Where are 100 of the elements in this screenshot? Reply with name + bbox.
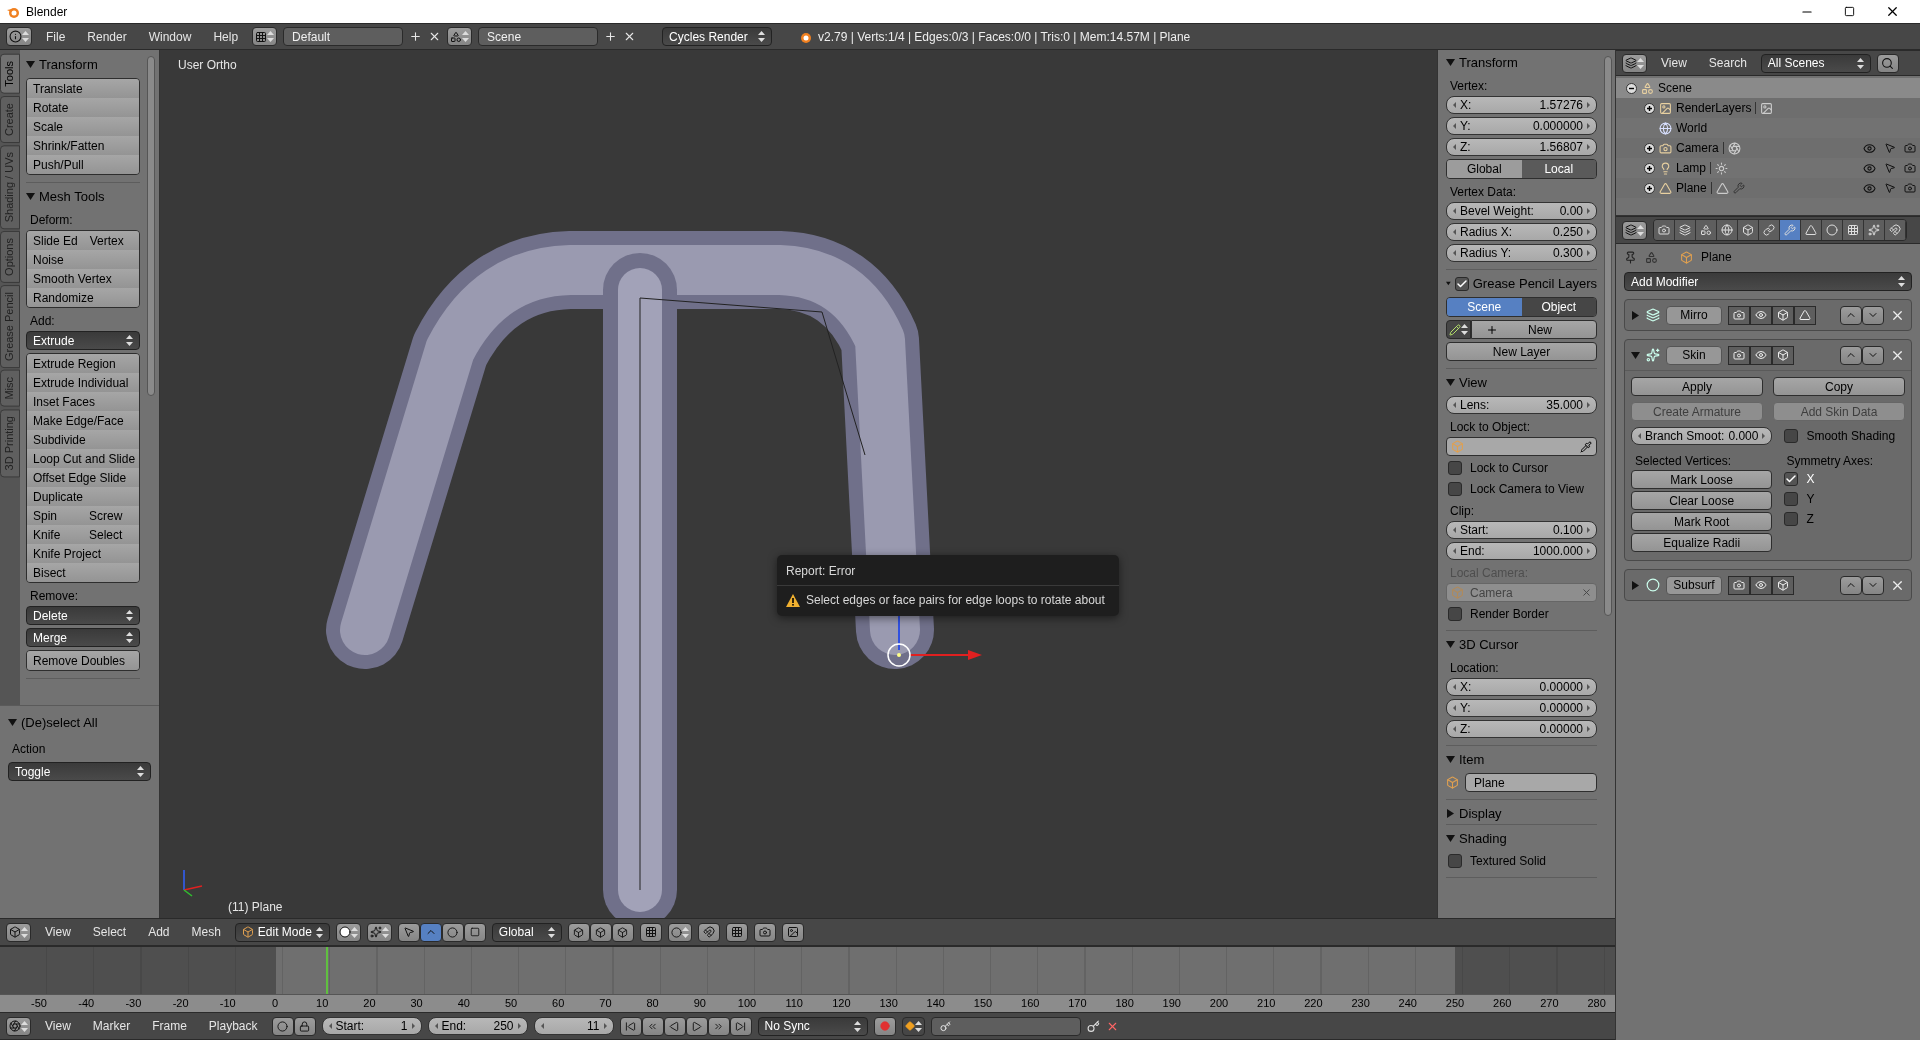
- collapse-triangle-icon[interactable]: [1446, 378, 1455, 387]
- editor-type-button[interactable]: [6, 922, 31, 942]
- render-animation-button[interactable]: [781, 922, 804, 942]
- tool-button[interactable]: Select: [83, 525, 139, 545]
- checkbox[interactable]: [1448, 607, 1462, 621]
- render-engine-dropdown[interactable]: Cycles Render: [662, 27, 773, 46]
- eye-icon[interactable]: [1863, 141, 1876, 155]
- collapse-triangle-icon[interactable]: [1446, 279, 1451, 288]
- collapse-triangle-icon[interactable]: [8, 718, 17, 727]
- jump-start-button[interactable]: [619, 1016, 642, 1036]
- pencil-dropdown[interactable]: [1446, 320, 1471, 339]
- pointer-icon[interactable]: [1884, 182, 1896, 194]
- expand-triangle-icon[interactable]: [1631, 580, 1640, 590]
- properties-tab[interactable]: [1780, 220, 1801, 240]
- display-mode-dropdown[interactable]: All Scenes: [1760, 53, 1871, 73]
- menu-item[interactable]: Add: [140, 925, 178, 939]
- add-icon[interactable]: [604, 30, 618, 43]
- tool-button[interactable]: Extrude Individual: [27, 373, 139, 393]
- move-down-button[interactable]: [1862, 575, 1884, 595]
- number-field[interactable]: Bevel Weight: 0.00: [1446, 202, 1597, 220]
- tool-button[interactable]: Vertex: [83, 231, 139, 251]
- camera-toggle[interactable]: [1728, 305, 1750, 325]
- menu-item[interactable]: File: [38, 29, 74, 44]
- scrollbar[interactable]: [147, 56, 155, 396]
- pin-icon[interactable]: [1624, 250, 1637, 264]
- rotate-button[interactable]: [441, 922, 464, 942]
- tool-button[interactable]: Push/Pull: [27, 155, 139, 174]
- properties-tab[interactable]: [1822, 220, 1843, 240]
- collapse-triangle-icon[interactable]: [26, 60, 35, 69]
- pointer-icon[interactable]: [1884, 162, 1896, 174]
- jump-end-button[interactable]: [729, 1016, 752, 1036]
- new-button[interactable]: New: [1471, 320, 1597, 339]
- pointer-icon[interactable]: [1884, 142, 1896, 154]
- outliner-row[interactable]: RenderLayers: [1616, 98, 1920, 118]
- number-field[interactable]: Y: 0.000000: [1446, 117, 1597, 135]
- tool-button[interactable]: Translate: [27, 79, 139, 99]
- collapse-triangle-icon[interactable]: [1446, 755, 1455, 764]
- eye-toggle[interactable]: [1750, 345, 1772, 365]
- number-field[interactable]: Start: 0.100: [1446, 521, 1597, 539]
- checkbox[interactable]: [1784, 492, 1799, 506]
- menu-item[interactable]: Frame: [144, 1019, 195, 1033]
- menu-item[interactable]: Playback: [200, 1019, 266, 1033]
- checkbox[interactable]: [1448, 461, 1462, 475]
- object-field[interactable]: [1446, 437, 1597, 456]
- menu-item[interactable]: View: [1653, 56, 1695, 70]
- equalize-radii-button[interactable]: Equalize Radii: [1631, 533, 1773, 552]
- expand-icon[interactable]: [1644, 102, 1655, 114]
- menu-item[interactable]: Select: [84, 925, 135, 939]
- name-field[interactable]: Plane: [1465, 773, 1597, 792]
- maximize-icon[interactable]: [1844, 6, 1855, 17]
- manipulator-button[interactable]: [397, 922, 420, 942]
- menu-item[interactable]: Help: [205, 29, 247, 44]
- action-button[interactable]: Copy: [1773, 377, 1905, 396]
- editor-type-button[interactable]: [6, 1016, 31, 1036]
- checkbox[interactable]: [1784, 512, 1799, 526]
- move-down-button[interactable]: [1862, 345, 1884, 365]
- snap-target-button[interactable]: [725, 922, 748, 942]
- tool-button[interactable]: Randomize: [27, 288, 139, 307]
- collapse-triangle-icon[interactable]: [1446, 58, 1455, 67]
- scene-field[interactable]: Scene: [478, 27, 599, 46]
- eye-toggle[interactable]: [1750, 575, 1772, 595]
- camera-toggle[interactable]: [1728, 345, 1750, 365]
- number-field[interactable]: Z: 0.00000: [1446, 720, 1597, 738]
- tool-button[interactable]: Make Edge/Face: [27, 411, 139, 431]
- properties-tab[interactable]: [1675, 220, 1696, 240]
- pivot-button[interactable]: [366, 922, 392, 942]
- expand-triangle-icon[interactable]: [1631, 310, 1640, 320]
- tool-button[interactable]: Slide Ed: [27, 231, 85, 251]
- toggle-button[interactable]: Local: [1521, 160, 1596, 178]
- tool-button[interactable]: Knife: [27, 525, 84, 545]
- checkbox[interactable]: [1448, 482, 1462, 496]
- shading-button[interactable]: [335, 922, 361, 942]
- outliner-row[interactable]: Scene: [1616, 78, 1920, 98]
- vertex-select-button[interactable]: [567, 922, 590, 942]
- checkbox[interactable]: [1784, 429, 1799, 443]
- properties-tab[interactable]: [1759, 220, 1780, 240]
- menu-item[interactable]: Window: [140, 29, 200, 44]
- tool-button[interactable]: Subdivide: [27, 430, 139, 450]
- dropdown-button[interactable]: Merge: [26, 628, 140, 647]
- camera-icon[interactable]: [1904, 162, 1916, 174]
- properties-tab[interactable]: [1696, 220, 1717, 240]
- tool-button[interactable]: Spin: [27, 506, 84, 526]
- expand-triangle-icon[interactable]: [1446, 809, 1455, 818]
- checkbox[interactable]: [1454, 276, 1469, 291]
- toggle-button[interactable]: Global: [1447, 160, 1522, 178]
- menu-item[interactable]: Marker: [84, 1019, 139, 1033]
- tool-button[interactable]: Loop Cut and Slide: [27, 449, 139, 469]
- tool-button[interactable]: Duplicate: [27, 487, 139, 507]
- add-modifier-dropdown[interactable]: Add Modifier: [1624, 272, 1912, 291]
- eye-icon[interactable]: [1863, 181, 1876, 195]
- action-button[interactable]: Apply: [1631, 377, 1763, 396]
- editor-type-button[interactable]: [1622, 220, 1647, 240]
- toggle-button[interactable]: Scene: [1447, 298, 1522, 316]
- move-down-button[interactable]: [1862, 305, 1884, 325]
- mark-loose-button[interactable]: Mark Loose: [1631, 470, 1773, 489]
- tool-button[interactable]: Noise: [27, 250, 139, 270]
- tool-button[interactable]: Extrude Region: [27, 354, 139, 374]
- new-layer-button[interactable]: New Layer: [1446, 342, 1597, 361]
- next-keyframe-button[interactable]: [707, 1016, 730, 1036]
- current-frame-field[interactable]: 11: [533, 1017, 614, 1035]
